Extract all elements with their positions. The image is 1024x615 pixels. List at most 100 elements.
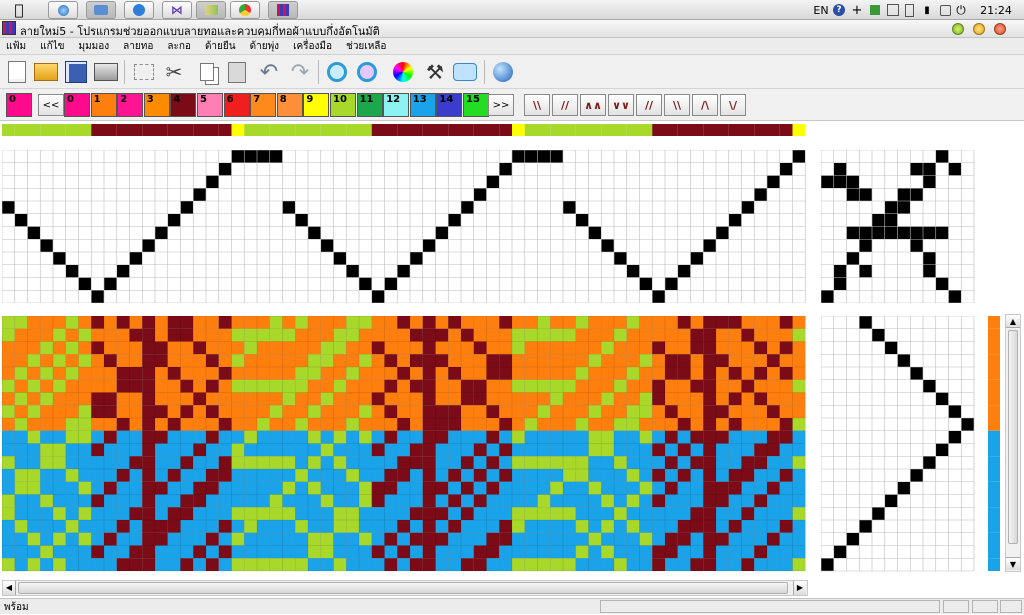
color-wheel-icon[interactable]	[390, 59, 416, 85]
twill-pattern-button-5[interactable]: //	[636, 94, 662, 116]
menu-help[interactable]: ช่วยเหลือ	[346, 39, 386, 54]
visual-studio-icon[interactable]: ⋈	[162, 1, 192, 19]
warp-color-cell	[486, 124, 500, 136]
drawdown-cell	[779, 443, 793, 457]
menu-view[interactable]: มุมมอง	[79, 39, 110, 54]
palette-swatch-13[interactable]: 13	[409, 93, 436, 117]
copy-icon[interactable]	[194, 59, 220, 85]
palette-swatch-12[interactable]: 12	[383, 93, 410, 117]
chrome-icon[interactable]	[230, 1, 260, 19]
drawdown-cell	[779, 328, 793, 342]
drawdown-cell	[690, 367, 704, 380]
palette-swatch-9[interactable]: 9	[303, 93, 330, 117]
close-button[interactable]	[994, 23, 1006, 35]
warp-color-cell	[550, 124, 563, 136]
twill-pattern-button-4[interactable]: ∨∨	[608, 94, 634, 116]
hammer-icon[interactable]: ⚒	[422, 59, 448, 85]
drawdown-cell	[754, 456, 767, 469]
drawdown-cell	[91, 430, 104, 444]
settings-icon[interactable]	[938, 2, 952, 18]
horizontal-scroll-thumb[interactable]	[18, 582, 788, 594]
warp-color-cell	[40, 124, 53, 136]
orb-icon[interactable]	[48, 1, 78, 19]
treadling-mark	[872, 507, 885, 520]
palette-next-button[interactable]: >>	[488, 94, 514, 116]
drawdown-cell	[397, 456, 410, 469]
menu-tools[interactable]: เครื่องมือ	[293, 39, 332, 54]
select-icon[interactable]	[131, 59, 157, 85]
palette-swatch-2[interactable]: 2	[117, 93, 144, 117]
palette-swatch-11[interactable]: 11	[356, 93, 383, 117]
browser-icon[interactable]	[124, 1, 154, 19]
palette-prev-button[interactable]: <<	[38, 94, 64, 116]
palette-swatch-4[interactable]: 4	[170, 93, 197, 117]
globe-icon[interactable]	[490, 59, 516, 85]
redo-icon[interactable]: ↷	[287, 59, 313, 85]
palette-swatch-3[interactable]: 3	[143, 93, 170, 117]
menu-warp[interactable]: ด้ายยืน	[205, 39, 236, 54]
signal-icon[interactable]: ▮	[920, 2, 934, 18]
twill-pattern-button-2[interactable]: //	[552, 94, 578, 116]
palette-swatch-0[interactable]: 0	[64, 93, 90, 117]
drawdown-cell	[563, 367, 576, 380]
drawdown-cell	[206, 379, 219, 393]
menu-lakor[interactable]: ละกอ	[167, 39, 191, 54]
undo-icon[interactable]: ↶	[256, 59, 282, 85]
apple-icon[interactable]: 	[4, 1, 34, 19]
menu-edit[interactable]: แก้ไข	[40, 39, 64, 54]
paint-icon[interactable]	[196, 1, 226, 19]
current-color-swatch[interactable]: 0	[6, 93, 32, 117]
palette-swatch-6[interactable]: 6	[223, 93, 250, 117]
battery-icon[interactable]	[902, 2, 916, 18]
menu-weft[interactable]: ด้ายพุ่ง	[250, 39, 279, 54]
palette-swatch-1[interactable]: 1	[90, 93, 117, 117]
weft-color-strip[interactable]	[988, 316, 1000, 572]
menu-file[interactable]: แฟ้ม	[6, 39, 26, 54]
twill-pattern-button-3[interactable]: ∧∧	[580, 94, 606, 116]
palette-swatch-5[interactable]: 5	[197, 93, 223, 117]
help-icon[interactable]: ?	[832, 2, 846, 18]
tie-up-grid[interactable]	[821, 150, 975, 303]
palette-swatch-14[interactable]: 14	[436, 93, 463, 117]
folder-icon[interactable]	[86, 1, 116, 19]
cut-icon[interactable]: ✂	[161, 59, 187, 85]
maximize-button[interactable]	[952, 23, 964, 35]
weave-app-icon[interactable]	[268, 1, 298, 19]
new-icon[interactable]	[4, 59, 30, 85]
drawdown-cell	[371, 545, 385, 559]
palette-swatch-15[interactable]: 15	[463, 93, 489, 117]
palette-swatch-8[interactable]: 8	[276, 93, 303, 117]
scroll-up-arrow-icon[interactable]: ▲	[1006, 315, 1020, 328]
palette-swatch-7[interactable]: 7	[250, 93, 277, 117]
zoom-in-icon[interactable]	[324, 59, 350, 85]
minimize-button[interactable]	[973, 23, 985, 35]
language-indicator[interactable]: EN	[812, 2, 830, 18]
warp-color-strip[interactable]	[2, 124, 810, 136]
twill-pattern-button-6[interactable]: \\	[664, 94, 690, 116]
open-icon[interactable]	[33, 59, 59, 85]
drawdown-cell	[397, 507, 410, 520]
palette-swatch-10[interactable]: 10	[330, 93, 356, 117]
twill-pattern-button-7[interactable]: /\	[692, 94, 718, 116]
treadling-grid[interactable]	[821, 316, 975, 572]
drawdown-grid[interactable]	[2, 316, 810, 572]
menu-pattern[interactable]: ลายทอ	[123, 39, 153, 54]
threading-grid[interactable]	[2, 150, 810, 303]
drawdown-cell	[384, 430, 398, 444]
paste-icon[interactable]	[224, 59, 250, 85]
save-icon[interactable]	[63, 59, 89, 85]
print-icon[interactable]	[93, 59, 119, 85]
vertical-scroll-thumb[interactable]	[1008, 330, 1018, 544]
scroll-left-arrow-icon[interactable]: ◀	[3, 581, 16, 595]
cube-icon[interactable]	[868, 2, 882, 18]
network-icon[interactable]	[886, 2, 900, 18]
drawdown-cell	[754, 507, 767, 520]
twill-pattern-button-8[interactable]: \/	[720, 94, 746, 116]
twill-pattern-button-1[interactable]: \\	[524, 94, 550, 116]
power-icon[interactable]: ⏻	[954, 2, 968, 18]
zoom-out-icon[interactable]	[354, 59, 380, 85]
scroll-down-arrow-icon[interactable]: ▼	[1006, 557, 1020, 570]
plus-icon[interactable]: +	[850, 2, 864, 18]
comment-icon[interactable]	[452, 59, 478, 85]
scroll-right-arrow-icon[interactable]: ▶	[793, 581, 806, 595]
